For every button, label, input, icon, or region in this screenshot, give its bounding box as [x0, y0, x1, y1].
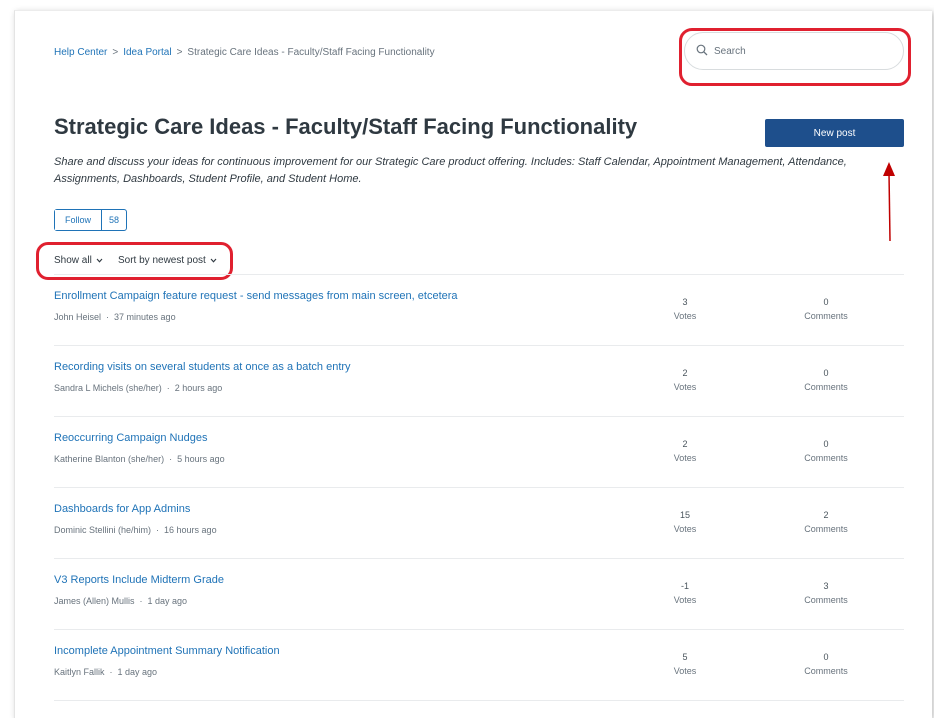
comment-count: 2 Comments: [786, 508, 866, 536]
comment-count: 3 Comments: [786, 579, 866, 607]
comment-label: Comments: [804, 595, 848, 605]
page-description: Share and discuss your ideas for continu…: [54, 156, 847, 185]
comment-label: Comments: [804, 382, 848, 392]
vote-label: Votes: [673, 666, 697, 676]
new-post-button[interactable]: New post: [765, 119, 904, 147]
meta-separator: ·: [106, 312, 110, 322]
post-meta: Kaitlyn Fallik · 1 day ago: [54, 667, 157, 677]
comment-label: Comments: [804, 453, 848, 463]
comment-number: 0: [823, 652, 829, 662]
comment-number: 2: [823, 510, 829, 520]
comment-number: 0: [823, 297, 829, 307]
breadcrumb-separator: >: [176, 47, 183, 58]
follower-count: 58: [109, 215, 120, 225]
vote-count: -1 Votes: [645, 579, 725, 607]
post-author: John Heisel: [54, 312, 102, 322]
post-meta: Sandra L Michels (she/her) · 2 hours ago: [54, 383, 222, 393]
meta-separator: ·: [109, 667, 113, 677]
post-title-link[interactable]: Dashboards for App Admins: [54, 503, 190, 515]
meta-separator: ·: [139, 596, 143, 606]
page-title: Strategic Care Ideas - Faculty/Staff Fac…: [54, 114, 638, 139]
breadcrumb-idea-portal[interactable]: Idea Portal: [123, 47, 171, 58]
arrow-up-icon: [883, 162, 895, 242]
meta-separator: ·: [169, 454, 173, 464]
post-meta: Dominic Stellini (he/him) · 16 hours ago: [54, 525, 217, 535]
comment-label: Comments: [804, 666, 848, 676]
post-time: 1 day ago: [117, 667, 158, 677]
breadcrumb-help-center[interactable]: Help Center: [54, 47, 107, 58]
vote-number: 2: [682, 368, 688, 378]
post-author: Sandra L Michels (she/her): [54, 383, 162, 393]
vote-count: 3 Votes: [645, 295, 725, 323]
post-list: Enrollment Campaign feature request - se…: [54, 274, 904, 701]
comment-number: 0: [823, 368, 829, 378]
post-time: 16 hours ago: [164, 525, 217, 535]
comment-number: 3: [823, 581, 829, 591]
post-title-link[interactable]: Reoccurring Campaign Nudges: [54, 432, 207, 444]
list-item: V3 Reports Include Midterm Grade James (…: [54, 559, 904, 630]
post-time: 37 minutes ago: [114, 312, 176, 322]
post-time: 2 hours ago: [174, 383, 223, 393]
post-meta: Katherine Blanton (she/her) · 5 hours ago: [54, 454, 225, 464]
post-title-link[interactable]: Enrollment Campaign feature request - se…: [54, 290, 458, 302]
vote-count: 15 Votes: [645, 508, 725, 536]
follow-button[interactable]: Follow: [55, 210, 103, 230]
vote-label: Votes: [673, 311, 697, 321]
vote-number: 2: [682, 439, 688, 449]
vote-label: Votes: [673, 382, 697, 392]
post-title-link[interactable]: Incomplete Appointment Summary Notificat…: [54, 645, 280, 657]
comment-count: 0 Comments: [786, 295, 866, 323]
post-meta: James (Allen) Mullis · 1 day ago: [54, 596, 187, 606]
vote-number: -1: [680, 581, 689, 591]
list-item: Reoccurring Campaign Nudges Katherine Bl…: [54, 417, 904, 488]
comment-count: 0 Comments: [786, 366, 866, 394]
post-title-link[interactable]: V3 Reports Include Midterm Grade: [54, 574, 224, 586]
comment-label: Comments: [804, 311, 848, 321]
post-author: Dominic Stellini (he/him): [54, 525, 152, 535]
post-title-link[interactable]: Recording visits on several students at …: [54, 361, 351, 373]
meta-separator: ·: [156, 525, 160, 535]
breadcrumb-current: Strategic Care Ideas - Faculty/Staff Fac…: [187, 47, 435, 58]
post-time: 5 hours ago: [177, 454, 225, 464]
comment-count: 0 Comments: [786, 650, 866, 678]
follow-group: Follow 58: [54, 209, 128, 231]
list-item: Incomplete Appointment Summary Notificat…: [54, 630, 904, 701]
meta-separator: ·: [166, 383, 170, 393]
vote-label: Votes: [673, 524, 697, 534]
comment-number: 0: [823, 439, 829, 449]
vote-count: 2 Votes: [645, 437, 725, 465]
breadcrumb-separator: >: [112, 47, 119, 58]
vote-count: 2 Votes: [645, 366, 725, 394]
vote-count: 5 Votes: [645, 650, 725, 678]
post-time: 1 day ago: [147, 596, 188, 606]
vote-label: Votes: [673, 595, 697, 605]
list-item: Recording visits on several students at …: [54, 346, 904, 417]
comment-label: Comments: [804, 524, 848, 534]
comment-count: 0 Comments: [786, 437, 866, 465]
vote-label: Votes: [673, 453, 697, 463]
breadcrumb: Help Center > Idea Portal > Strategic Care I…: [54, 47, 435, 58]
vote-number: 5: [682, 652, 688, 662]
list-item: Dashboards for App Admins Dominic Stelli…: [54, 488, 904, 559]
search-highlight-annotation: [679, 28, 911, 86]
vote-number: 15: [679, 510, 690, 520]
list-item: Enrollment Campaign feature request - se…: [54, 275, 904, 346]
post-author: Kaitlyn Fallik: [54, 667, 105, 677]
page: Help Center > Idea Portal > Strategic Care I…: [14, 10, 932, 718]
vote-number: 3: [682, 297, 688, 307]
post-author: Katherine Blanton (she/her): [54, 454, 165, 464]
post-meta: John Heisel · 37 minutes ago: [54, 312, 176, 322]
post-author: James (Allen) Mullis: [54, 596, 135, 606]
